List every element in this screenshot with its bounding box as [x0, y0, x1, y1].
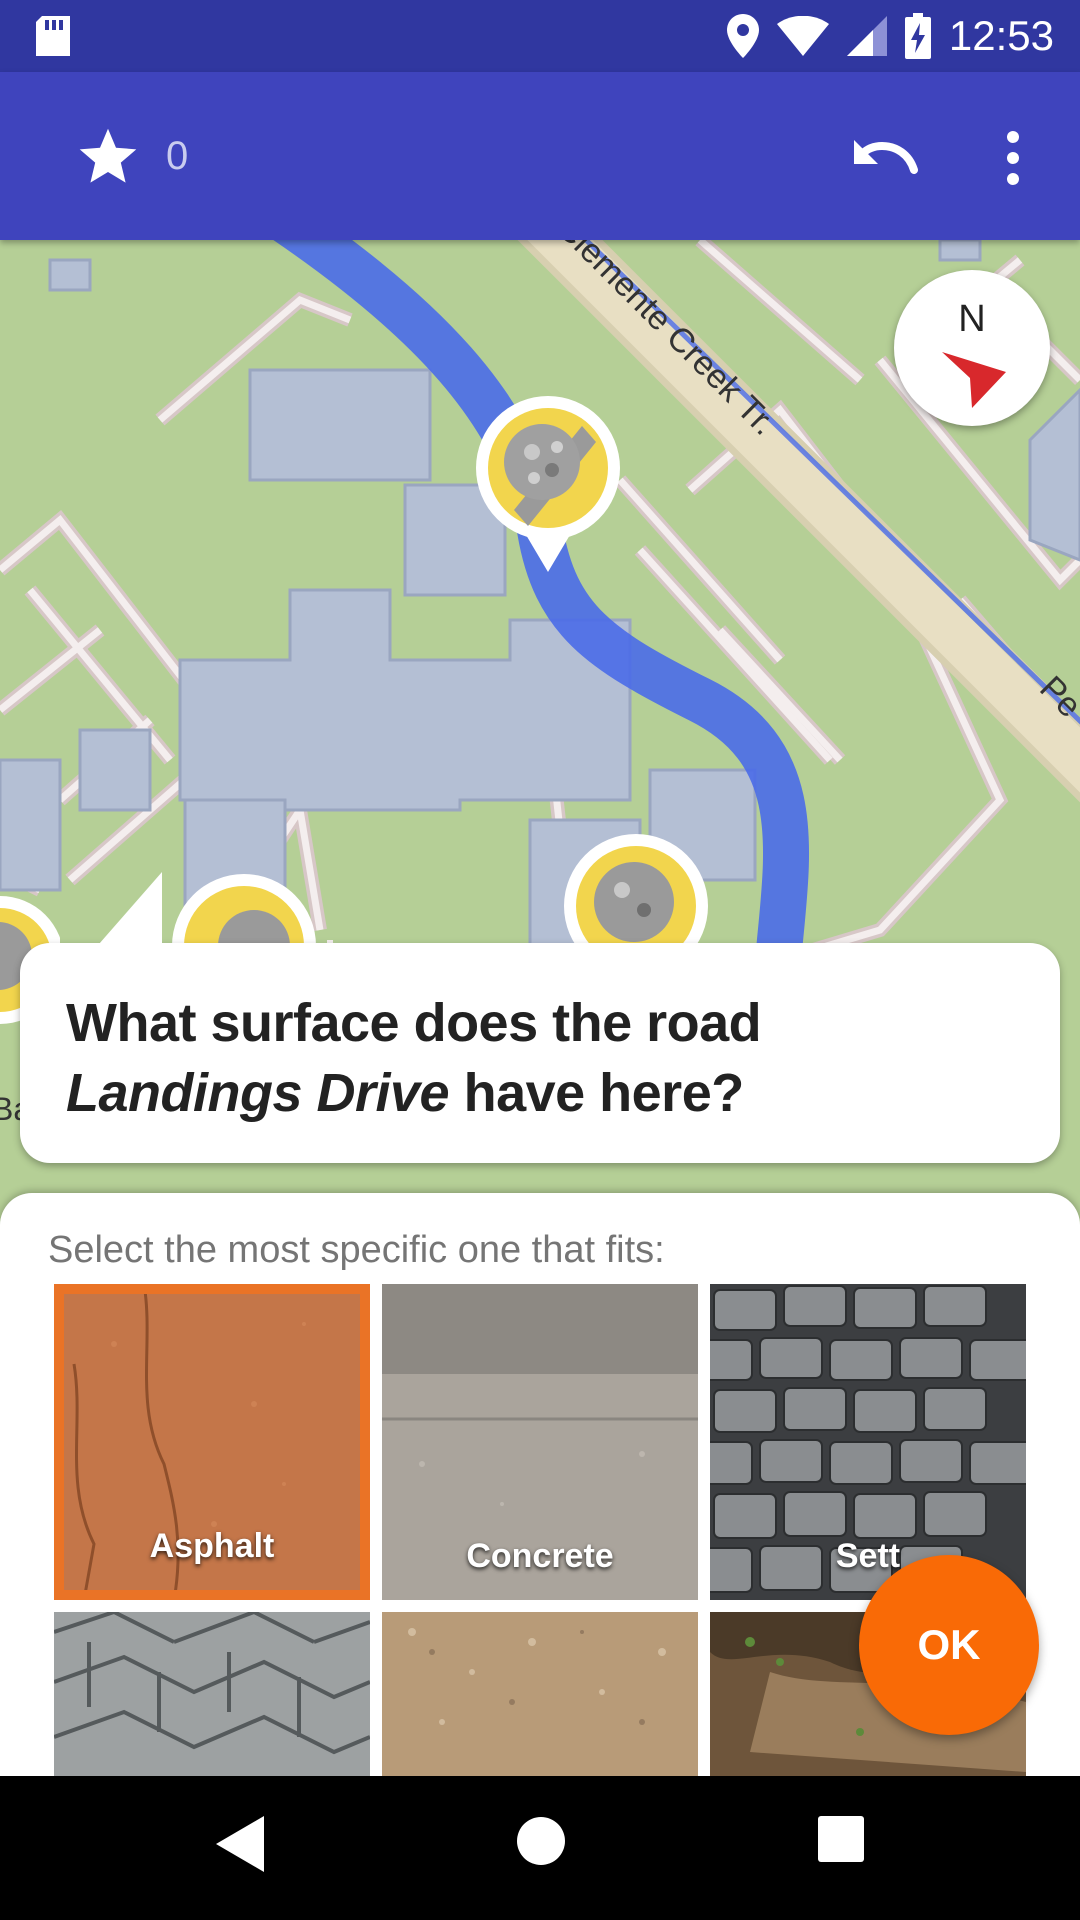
clock: 12:53	[948, 12, 1054, 59]
sd-card-icon	[36, 16, 70, 56]
question-line-2: have here?	[449, 1063, 745, 1123]
answer-panel: Select the most specific one that fits: …	[0, 1193, 1080, 1833]
navigation-bar	[0, 1776, 1080, 1920]
app-bar: 0	[0, 72, 1080, 240]
option-label: Asphalt	[149, 1527, 275, 1565]
compass-button[interactable]: N	[894, 270, 1050, 426]
signal-icon	[846, 16, 887, 56]
ok-button[interactable]: OK	[859, 1555, 1039, 1735]
question-bubble: What surface does the road Landings Driv…	[20, 943, 1060, 1163]
recents-icon[interactable]	[818, 1816, 864, 1862]
road-name: Landings Drive	[66, 1063, 450, 1123]
wifi-icon	[776, 16, 829, 56]
location-icon	[726, 14, 759, 58]
answer-hint: Select the most specific one that fits:	[48, 1229, 665, 1271]
question-line-1: What surface does the road	[66, 993, 762, 1053]
option-label: Concrete	[466, 1537, 614, 1575]
status-bar: 12:53	[0, 0, 1080, 72]
battery-charging-icon	[904, 13, 931, 59]
star-count: 0	[166, 134, 189, 178]
surface-option-sett[interactable]: Sett	[710, 1284, 1026, 1600]
back-icon[interactable]	[216, 1816, 266, 1872]
question-text: What surface does the road Landings Driv…	[66, 988, 1026, 1128]
surface-option-asphalt[interactable]: Asphalt	[54, 1284, 370, 1600]
compass-north-label: N	[958, 298, 986, 340]
home-icon[interactable]	[516, 1816, 566, 1866]
undo-icon[interactable]	[852, 130, 924, 182]
surface-option-concrete[interactable]: Concrete	[382, 1284, 698, 1600]
bubble-tail	[92, 872, 162, 952]
compass-arrow-icon	[942, 352, 1006, 408]
quest-pin-1[interactable]	[472, 392, 624, 572]
more-options-icon[interactable]	[998, 130, 1028, 186]
star-icon[interactable]	[76, 124, 140, 188]
